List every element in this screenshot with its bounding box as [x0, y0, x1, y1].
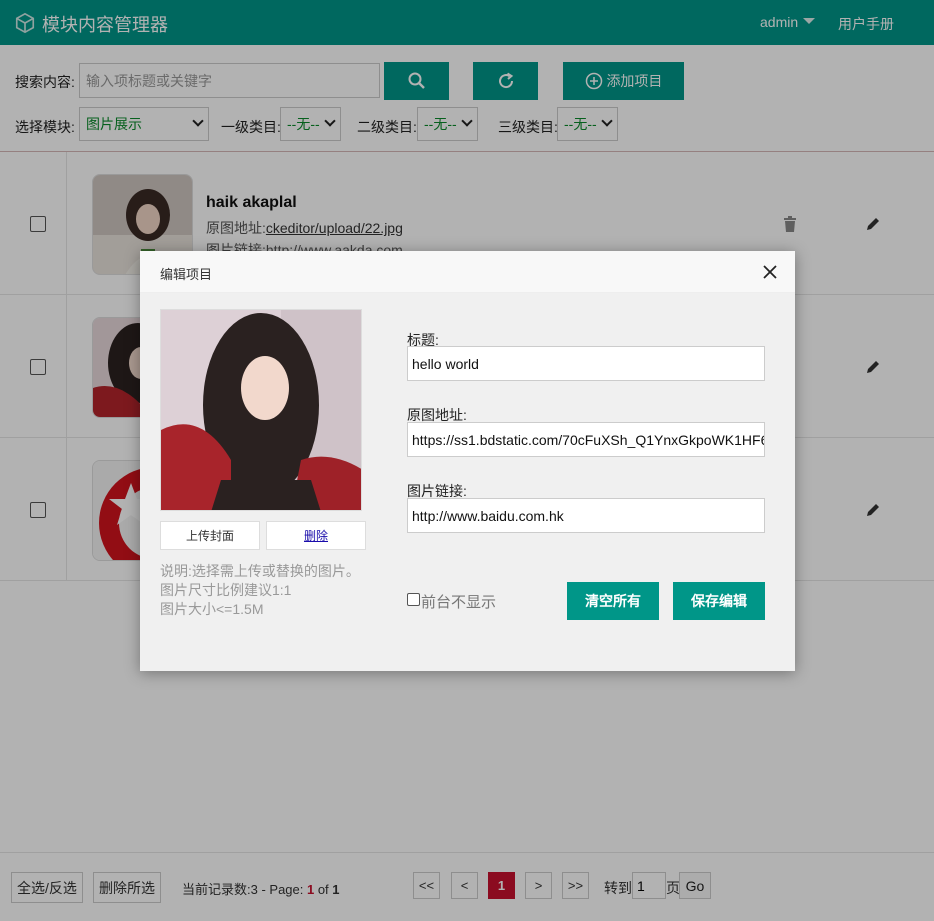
- hide-on-frontend-label: 前台不显示: [421, 594, 497, 611]
- edit-item-dialog: 编辑项目 上传封面 删除 说明:选择需上传或替换的图片。 图片尺寸比例建议1:1…: [140, 251, 795, 671]
- delete-cover-button[interactable]: 删除: [266, 521, 366, 550]
- close-icon[interactable]: [763, 265, 777, 279]
- note-line-1: 说明:选择需上传或替换的图片。: [160, 563, 360, 579]
- source-url-field[interactable]: [407, 422, 765, 457]
- note-line-3: 图片大小<=1.5M: [160, 601, 264, 617]
- cover-image-preview: [160, 309, 362, 511]
- title-field[interactable]: [407, 346, 765, 381]
- dialog-title: 编辑项目: [160, 267, 213, 282]
- upload-cover-button[interactable]: 上传封面: [160, 521, 260, 550]
- note-line-2: 图片尺寸比例建议1:1: [160, 582, 292, 598]
- image-link-field[interactable]: [407, 498, 765, 533]
- save-edit-button[interactable]: 保存编辑: [673, 582, 765, 620]
- dialog-header: 编辑项目: [140, 251, 795, 293]
- clear-all-button[interactable]: 清空所有: [567, 582, 659, 620]
- hide-on-frontend-checkbox[interactable]: [407, 593, 420, 606]
